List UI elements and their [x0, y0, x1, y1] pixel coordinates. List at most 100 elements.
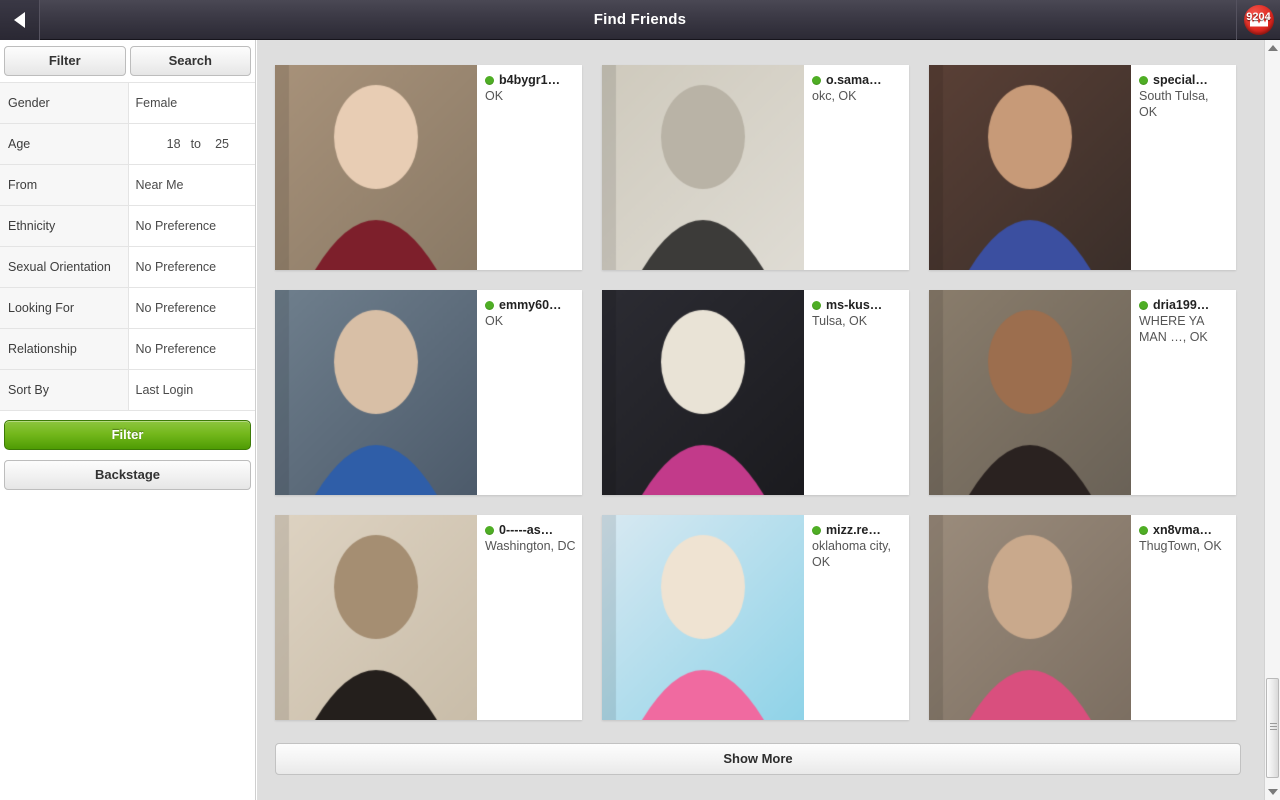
profile-photo[interactable] — [929, 515, 1131, 720]
profile-card[interactable]: emmy60… OK — [275, 290, 582, 495]
backstage-button[interactable]: Backstage — [4, 460, 251, 490]
filter-value-ethnicity[interactable]: No Preference — [128, 205, 255, 247]
profile-photo[interactable] — [275, 65, 477, 270]
filter-value-relationship[interactable]: No Preference — [128, 328, 255, 370]
notifications-badge-button[interactable]: 9204 — [1236, 0, 1280, 40]
profile-photo[interactable] — [929, 65, 1131, 270]
profile-photo[interactable] — [602, 65, 804, 270]
profile-username[interactable]: dria199… — [1153, 298, 1209, 312]
tab-search[interactable]: Search — [129, 46, 251, 76]
profile-info: special… South Tulsa, OK — [1131, 65, 1236, 270]
filter-row-sexual-orientation[interactable]: Sexual Orientation No Preference — [0, 246, 255, 288]
show-more-wrapper: Show More — [257, 720, 1264, 775]
filter-row-age[interactable]: Age 18 to 25 — [0, 123, 255, 165]
filter-row-sort-by[interactable]: Sort By Last Login — [0, 369, 255, 411]
age-min-value[interactable]: 18 — [163, 137, 181, 151]
profile-location: OK — [485, 89, 504, 103]
profile-info: mizz.re… oklahoma city, OK — [804, 515, 909, 720]
profile-card[interactable]: special… South Tulsa, OK — [929, 65, 1236, 270]
profile-location: South Tulsa, OK — [1139, 89, 1209, 119]
sidebar-tabs: Filter Search — [0, 40, 255, 82]
profile-info: o.sama… okc, OK — [804, 65, 909, 270]
profile-username[interactable]: o.sama… — [826, 73, 882, 87]
results-panel: b4bygr1… OK o.sama… okc, OK special… South Tu… — [257, 40, 1264, 800]
profile-photo[interactable] — [602, 515, 804, 720]
profile-card[interactable]: b4bygr1… OK — [275, 65, 582, 270]
filter-table: Gender Female Age 18 to 25 From Near Me … — [0, 82, 255, 411]
profile-location: Tulsa, OK — [812, 314, 868, 328]
show-more-button[interactable]: Show More — [275, 743, 1241, 775]
profile-card[interactable]: o.sama… okc, OK — [602, 65, 909, 270]
filter-row-looking-for[interactable]: Looking For No Preference — [0, 287, 255, 329]
online-status-icon — [485, 525, 494, 535]
profile-info: emmy60… OK — [477, 290, 582, 495]
profile-location: OK — [485, 314, 504, 328]
profile-location: ThugTown, OK — [1139, 539, 1222, 553]
filter-value-from[interactable]: Near Me — [128, 164, 255, 206]
filter-label-from: From — [0, 164, 129, 206]
filter-row-from[interactable]: From Near Me — [0, 164, 255, 206]
profile-photo[interactable] — [602, 290, 804, 495]
top-bar: Find Friends 9204 — [0, 0, 1280, 40]
profile-name-line: dria199… — [1139, 298, 1230, 312]
profile-name-line: mizz.re… — [812, 523, 903, 537]
scroll-up-button[interactable] — [1265, 40, 1280, 56]
filter-label-looking-for: Looking For — [0, 287, 129, 329]
profile-location: okc, OK — [812, 89, 857, 103]
page-title: Find Friends — [593, 11, 687, 28]
filter-value-gender[interactable]: Female — [128, 82, 255, 124]
profile-username[interactable]: 0-----as… — [499, 523, 553, 537]
triangle-up-icon — [1267, 45, 1278, 51]
filter-sidebar: Filter Search Gender Female Age 18 to 25… — [0, 40, 256, 800]
profile-card[interactable]: xn8vma… ThugTown, OK — [929, 515, 1236, 720]
filter-label-sexual-orientation: Sexual Orientation — [0, 246, 129, 288]
profile-photo[interactable] — [929, 290, 1131, 495]
profile-info: xn8vma… ThugTown, OK — [1131, 515, 1236, 720]
filter-submit-button[interactable]: Filter — [4, 420, 251, 450]
profile-username[interactable]: xn8vma… — [1153, 523, 1212, 537]
filter-row-gender[interactable]: Gender Female — [0, 82, 255, 124]
filter-value-age[interactable]: 18 to 25 — [128, 123, 255, 165]
profile-name-line: xn8vma… — [1139, 523, 1230, 537]
profile-photo[interactable] — [275, 515, 477, 720]
filter-value-sort-by[interactable]: Last Login — [128, 369, 255, 411]
online-status-icon — [485, 75, 494, 85]
profile-info: ms-kus… Tulsa, OK — [804, 290, 909, 495]
profile-username[interactable]: mizz.re… — [826, 523, 881, 537]
vertical-scrollbar[interactable] — [1264, 40, 1280, 800]
filter-label-age: Age — [0, 123, 129, 165]
chevron-left-icon — [14, 11, 25, 28]
profile-card-grid: b4bygr1… OK o.sama… okc, OK special… South Tu… — [257, 40, 1264, 720]
profile-info: dria199… WHERE YA MAN …, OK — [1131, 290, 1236, 495]
filter-row-relationship[interactable]: Relationship No Preference — [0, 328, 255, 370]
profile-card[interactable]: dria199… WHERE YA MAN …, OK — [929, 290, 1236, 495]
online-status-icon — [812, 300, 821, 310]
profile-username[interactable]: special… — [1153, 73, 1208, 87]
online-status-icon — [1139, 525, 1148, 535]
filter-label-ethnicity: Ethnicity — [0, 205, 129, 247]
profile-username[interactable]: emmy60… — [499, 298, 562, 312]
scroll-down-button[interactable] — [1265, 784, 1280, 800]
profile-photo[interactable] — [275, 290, 477, 495]
profile-name-line: ms-kus… — [812, 298, 903, 312]
sidebar-actions: Filter Backstage — [0, 411, 255, 490]
profile-card[interactable]: mizz.re… oklahoma city, OK — [602, 515, 909, 720]
age-max-value[interactable]: 25 — [211, 137, 229, 151]
profile-card[interactable]: ms-kus… Tulsa, OK — [602, 290, 909, 495]
filter-row-ethnicity[interactable]: Ethnicity No Preference — [0, 205, 255, 247]
profile-username[interactable]: ms-kus… — [826, 298, 882, 312]
profile-info: 0-----as… Washington, DC — [477, 515, 582, 720]
back-button[interactable] — [0, 0, 40, 40]
filter-value-sexual-orientation[interactable]: No Preference — [128, 246, 255, 288]
tab-filter[interactable]: Filter — [4, 46, 126, 76]
filter-value-looking-for[interactable]: No Preference — [128, 287, 255, 329]
profile-card[interactable]: 0-----as… Washington, DC — [275, 515, 582, 720]
online-status-icon — [812, 75, 821, 85]
profile-name-line: emmy60… — [485, 298, 576, 312]
scrollbar-thumb[interactable] — [1266, 678, 1279, 778]
age-separator-label: to — [190, 137, 201, 151]
profile-username[interactable]: b4bygr1… — [499, 73, 560, 87]
online-status-icon — [1139, 75, 1148, 85]
profile-name-line: b4bygr1… — [485, 73, 576, 87]
profile-name-line: 0-----as… — [485, 523, 576, 537]
